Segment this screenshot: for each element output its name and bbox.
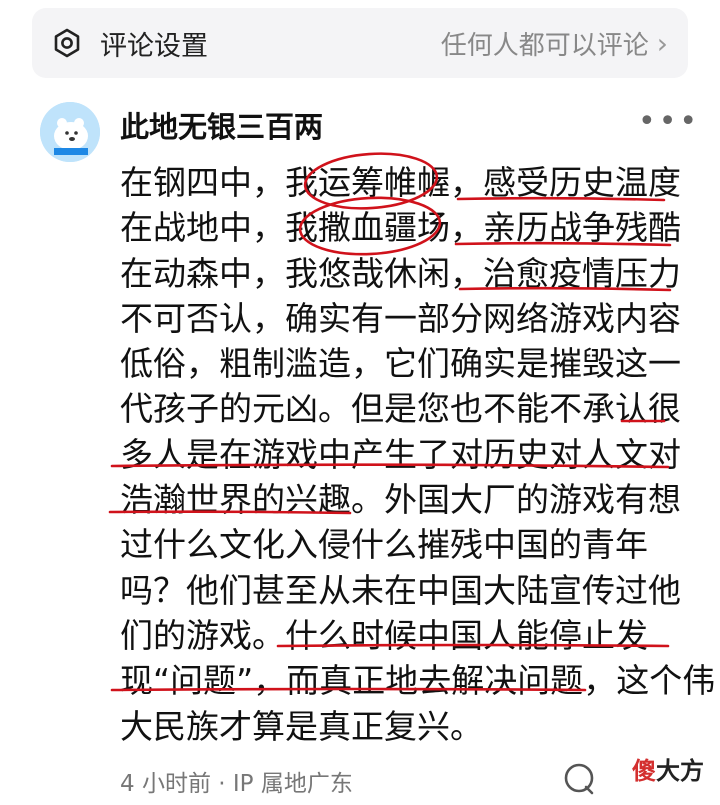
comment-settings-bar[interactable]: 评论设置 任何人都可以评论 › <box>32 8 688 78</box>
comment-line: 吗？他们甚至从未在中国大陆宣传过他 <box>120 570 681 610</box>
comment-line: 多人是在游戏中产生了对历史对人文对 <box>120 434 681 474</box>
gear-icon <box>54 28 80 58</box>
avatar[interactable] <box>40 102 100 162</box>
comment-line: 在动森中，我悠哉休闲，治愈疫情压力 <box>120 253 681 293</box>
more-options-icon[interactable]: ••• <box>638 104 700 139</box>
comment-line: 过什么文化入侵什么摧残中国的青年 <box>120 525 648 565</box>
username[interactable]: 此地无银三百两 <box>120 104 323 146</box>
comment-line: 浩瀚世界的兴趣。外国大厂的游戏有想 <box>120 480 681 520</box>
watermark-text: 大方 <box>656 756 704 785</box>
comment-line: 在战地中，我撒血疆场，亲历战争残酷 <box>120 208 681 248</box>
comment-line: 们的游戏。什么时候中国人能停止发 <box>120 615 648 655</box>
watermark-mark: 傻 <box>632 756 656 785</box>
comment-meta: 4 小时前 · IP 属地广东 <box>120 771 353 797</box>
comment-line: 代孩子的元凶。但是您也不能不承认很 <box>120 389 681 429</box>
settings-label: 评论设置 <box>100 30 208 62</box>
comment-line: 大民族才算是真正复兴。 <box>120 706 483 746</box>
chevron-right-icon: › <box>656 26 668 60</box>
reply-icon[interactable] <box>562 762 598 796</box>
comment-line: 现“问题”，而真正地去解决问题，这个伟 <box>120 661 716 701</box>
watermark: 傻 大方 <box>632 750 718 786</box>
avatar-image <box>40 102 100 162</box>
comment-line: 低俗，粗制滥造，它们确实是摧毁这一 <box>120 344 681 384</box>
comment-body: 在钢四中，我运筹帷幄，感受历史温度 在战地中，我撒血疆场，亲历战争残酷 在动森中… <box>120 160 716 749</box>
comment-line: 在钢四中，我运筹帷幄，感受历史温度 <box>120 163 681 202</box>
settings-value: 任何人都可以评论 <box>440 30 649 61</box>
comment-line: 不可否认，确实有一部分网络游戏内容 <box>120 298 681 338</box>
